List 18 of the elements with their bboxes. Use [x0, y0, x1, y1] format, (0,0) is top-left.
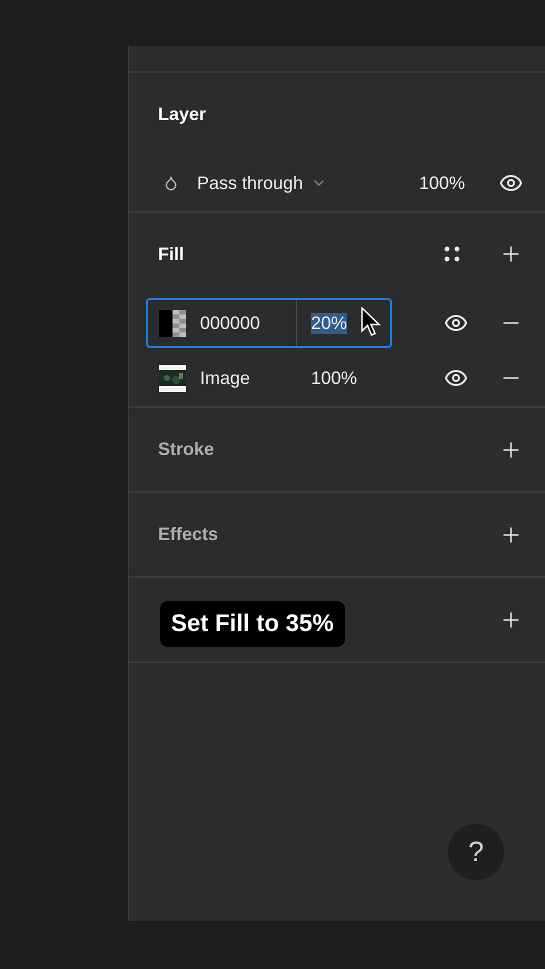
help-button[interactable]: ? [448, 824, 504, 880]
color-swatch[interactable] [159, 310, 186, 337]
fill-field[interactable]: 000000 20% [146, 298, 392, 348]
section-title: Fill [158, 244, 185, 265]
fill-opacity[interactable]: 20% [311, 312, 348, 334]
caption: Set Fill to 35% [160, 601, 345, 647]
blend-mode-dropdown[interactable]: Pass through [197, 172, 304, 194]
droplet-icon [163, 175, 179, 192]
section-title: Stroke [158, 439, 216, 460]
cursor-icon [361, 307, 381, 337]
section-title: Layer [158, 104, 208, 125]
fill-value: 000000 [200, 312, 260, 334]
fill-field[interactable]: Image 100% [146, 353, 392, 404]
styles-icon[interactable] [444, 246, 460, 262]
opacity-value[interactable]: 100% [418, 172, 465, 194]
section-title: Effects [158, 524, 220, 545]
fill-opacity[interactable]: 100% [311, 368, 358, 389]
fill-value: Image [200, 368, 250, 389]
